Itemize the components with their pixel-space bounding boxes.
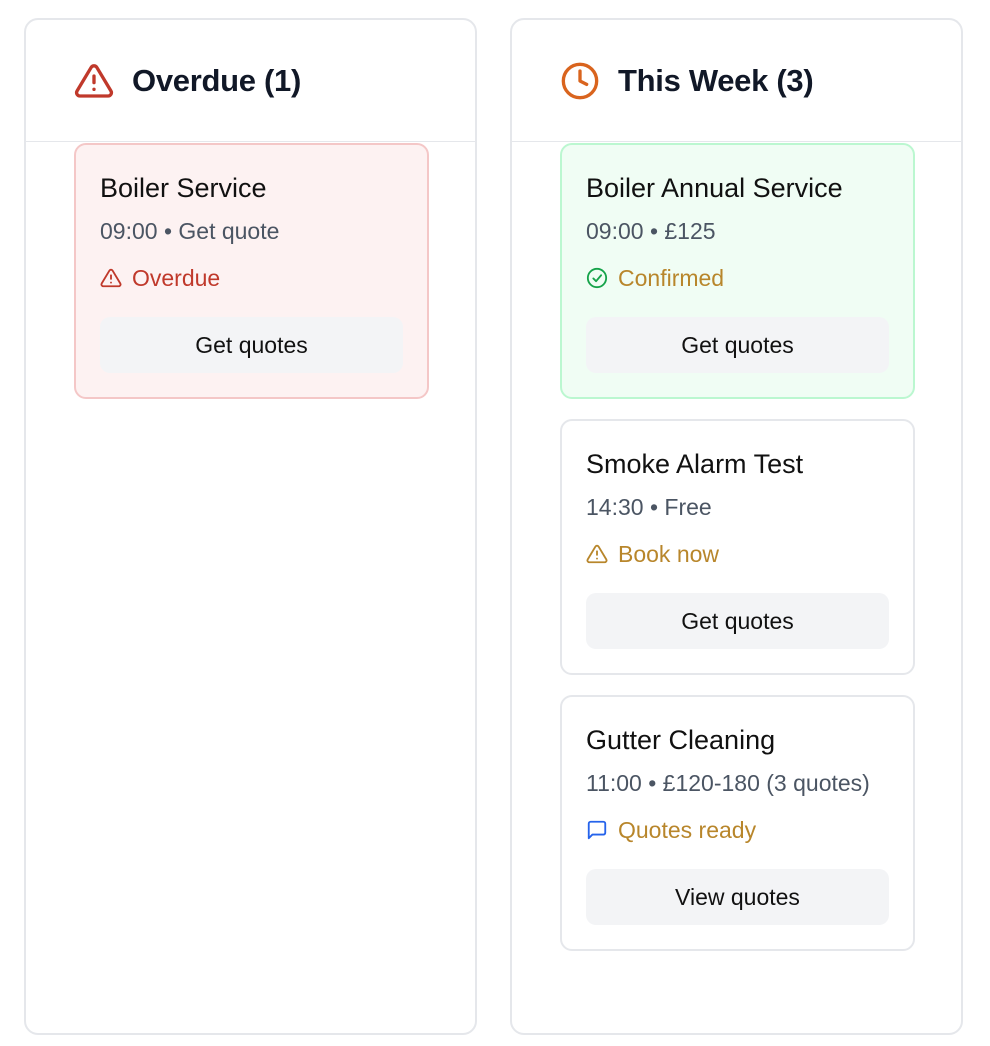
task-card-meta: 14:30 • Free [586,494,712,520]
overdue-column: Overdue (1) Boiler Service 09:00 • Get q… [24,18,477,1035]
task-card-boiler-service[interactable]: Boiler Service 09:00 • Get quote Overdue… [74,143,429,399]
task-card-status-label: Quotes ready [618,817,757,843]
view-quotes-button[interactable]: View quotes [586,869,889,925]
this-week-column-header: This Week (3) [512,20,961,142]
task-card-boiler-annual-service[interactable]: Boiler Annual Service 09:00 • £125 Confi… [560,143,915,399]
clock-icon [560,61,600,101]
overdue-column-title: Overdue (1) [132,62,301,98]
task-card-title: Boiler Service [100,173,267,203]
task-card-title: Smoke Alarm Test [586,449,804,479]
task-card-status-label: Confirmed [618,265,725,291]
task-card-status: Overdue [100,263,403,293]
warning-triangle-icon [586,543,608,565]
get-quotes-button[interactable]: Get quotes [586,317,889,373]
task-card-title: Boiler Annual Service [586,173,843,203]
task-card-meta: 09:00 • Get quote [100,218,280,244]
get-quotes-button[interactable]: Get quotes [100,317,403,373]
task-card-meta: 09:00 • £125 [586,218,716,244]
message-square-icon [586,819,608,841]
task-card-status: Quotes ready [586,815,889,845]
check-circle-icon [586,267,608,289]
task-card-status: Confirmed [586,263,889,293]
task-card-status-label: Overdue [132,265,221,291]
task-card-smoke-alarm-test[interactable]: Smoke Alarm Test 14:30 • Free Book now G… [560,419,915,675]
task-card-gutter-cleaning[interactable]: Gutter Cleaning 11:00 • £120-180 (3 quot… [560,695,915,951]
task-card-status: Book now [586,539,889,569]
task-card-status-label: Book now [618,541,720,567]
get-quotes-button[interactable]: Get quotes [586,593,889,649]
overdue-column-header: Overdue (1) [26,20,475,142]
this-week-column-title: This Week (3) [618,62,814,98]
this-week-column: This Week (3) Boiler Annual Service 09:0… [510,18,963,1035]
warning-triangle-icon [100,267,122,289]
task-card-title: Gutter Cleaning [586,725,776,755]
task-card-meta: 11:00 • £120-180 (3 quotes) [586,770,870,796]
warning-triangle-icon [74,61,114,101]
